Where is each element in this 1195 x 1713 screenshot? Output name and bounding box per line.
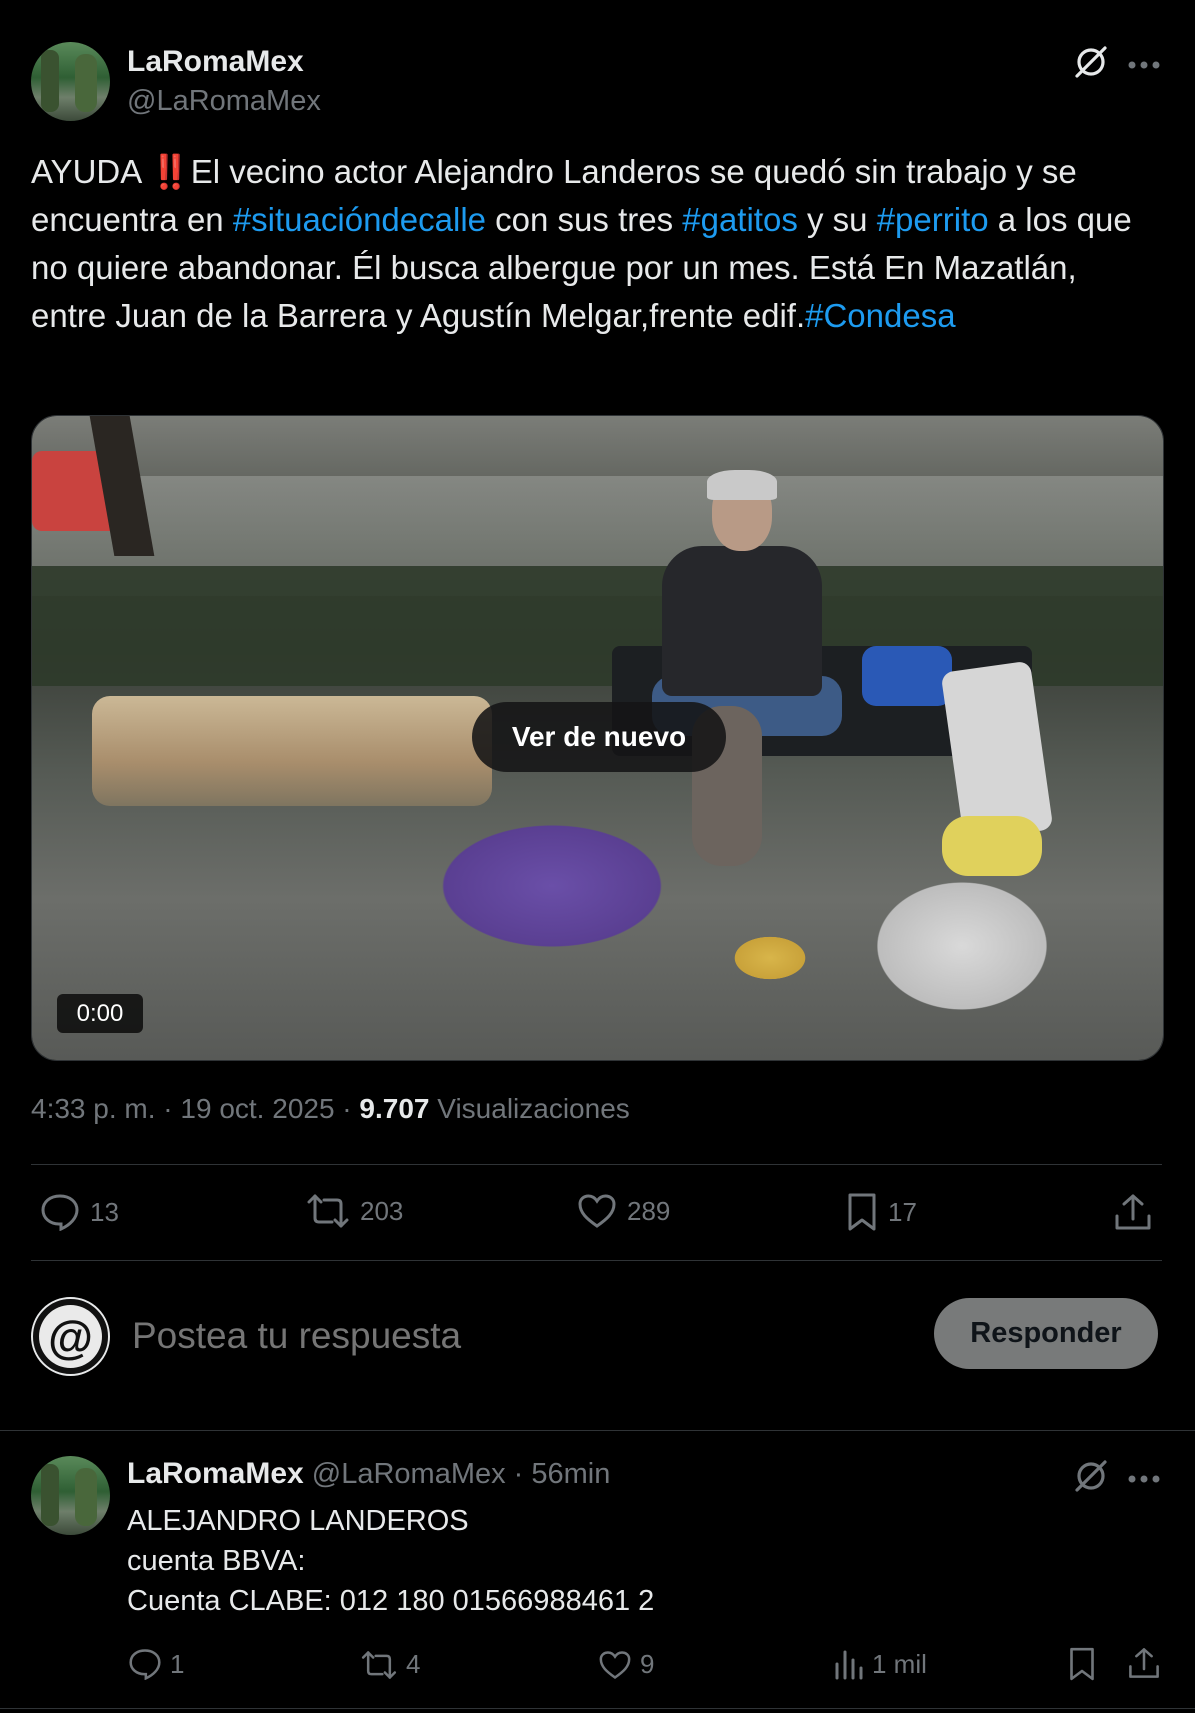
- reply-icon: [41, 1194, 79, 1231]
- author-avatar[interactable]: [31, 42, 110, 121]
- like-count: 289: [627, 1195, 671, 1226]
- video-bag: [942, 816, 1042, 876]
- divider: [0, 1430, 1195, 1431]
- bookmark-action[interactable]: [1068, 1646, 1096, 1682]
- divider: [31, 1260, 1162, 1261]
- grok-icon[interactable]: [1073, 1458, 1109, 1499]
- repost-icon: [361, 1650, 397, 1679]
- double-exclamation-emoji: ‼️: [149, 153, 191, 190]
- reply-header: LaRomaMex @LaRomaMex · 56min: [127, 1457, 610, 1491]
- post-text-part: y su: [797, 201, 877, 238]
- hashtag-link[interactable]: #situacióndecalle: [233, 201, 486, 238]
- divider: [31, 1164, 1162, 1165]
- share-icon: [1129, 1648, 1159, 1678]
- bookmark-icon: [848, 1193, 876, 1231]
- at-sign-icon: @: [39, 1305, 102, 1368]
- post-date[interactable]: 19 oct. 2025: [180, 1093, 334, 1124]
- views-count: 1 mil: [872, 1648, 927, 1679]
- reply-author-handle[interactable]: @LaRomaMex: [312, 1458, 506, 1490]
- reply-line: ALEJANDRO LANDEROS: [127, 1505, 469, 1537]
- hashtag-link[interactable]: #perrito: [877, 201, 989, 238]
- post-text-part: AYUDA: [31, 153, 150, 190]
- reply-count: 1: [170, 1648, 185, 1679]
- author-handle[interactable]: @LaRomaMex: [127, 85, 321, 118]
- reply-time[interactable]: · 56min: [506, 1458, 611, 1490]
- share-action[interactable]: [1113, 1192, 1153, 1232]
- bookmark-count: 17: [888, 1196, 917, 1227]
- divider: [0, 1708, 1195, 1709]
- video-blankets: [92, 696, 492, 806]
- repost-count: 4: [406, 1649, 421, 1679]
- hashtag-link[interactable]: #gatitos: [682, 201, 798, 238]
- reply-submit-button[interactable]: Responder: [934, 1298, 1158, 1369]
- author-name[interactable]: LaRomaMex: [127, 45, 304, 79]
- reply-input[interactable]: [130, 1307, 894, 1364]
- reply-author-name[interactable]: LaRomaMex: [127, 1457, 304, 1490]
- repost-action[interactable]: 4: [360, 1649, 420, 1680]
- reply-line: Cuenta CLABE: 012 180 01566988461 2: [127, 1585, 655, 1617]
- meta-separator: ·: [334, 1093, 360, 1124]
- bookmark-icon: [1070, 1647, 1094, 1681]
- like-action[interactable]: 289: [577, 1193, 670, 1229]
- share-action[interactable]: [1127, 1646, 1161, 1680]
- like-count: 9: [640, 1649, 655, 1679]
- replay-button[interactable]: Ver de nuevo: [472, 702, 726, 772]
- reply-text: ALEJANDRO LANDEROS cuenta BBVA: Cuenta C…: [127, 1501, 654, 1621]
- share-icon: [1115, 1194, 1151, 1230]
- reply-line: cuenta BBVA:: [127, 1545, 306, 1577]
- reply-icon: [129, 1649, 161, 1680]
- more-options-icon[interactable]: [1128, 57, 1160, 75]
- more-options-icon[interactable]: [1128, 1471, 1160, 1489]
- grok-icon[interactable]: [1073, 44, 1109, 85]
- post-text: AYUDA ‼️El vecino actor Alejandro Lander…: [31, 148, 1161, 340]
- meta-separator: ·: [155, 1093, 181, 1124]
- post-text-part: con sus tres: [486, 201, 683, 238]
- video-player[interactable]: Ver de nuevo 0:00: [31, 415, 1164, 1061]
- like-action[interactable]: 9: [598, 1649, 654, 1680]
- views-label: Visualizaciones: [429, 1093, 630, 1124]
- heart-icon: [599, 1650, 631, 1679]
- reply-action[interactable]: 1: [128, 1648, 184, 1680]
- hashtag-link[interactable]: #Condesa: [805, 297, 955, 334]
- repost-count: 203: [360, 1195, 404, 1226]
- analytics-icon: [835, 1650, 863, 1680]
- video-duration-badge: 0:00: [57, 994, 143, 1033]
- bookmark-action[interactable]: 17: [846, 1192, 917, 1232]
- repost-icon: [307, 1194, 349, 1228]
- video-bag: [862, 646, 952, 706]
- reply-action[interactable]: 13: [40, 1193, 119, 1231]
- views-action[interactable]: 1 mil: [834, 1648, 927, 1680]
- composer-avatar[interactable]: @: [31, 1297, 110, 1376]
- reply-author-avatar[interactable]: [31, 1456, 110, 1535]
- heart-icon: [578, 1194, 616, 1228]
- post-meta: 4:33 p. m. · 19 oct. 2025 · 9.707 Visual…: [31, 1093, 630, 1125]
- views-count: 9.707: [359, 1093, 430, 1124]
- post-time[interactable]: 4:33 p. m.: [31, 1093, 156, 1124]
- reply-count: 13: [90, 1196, 119, 1227]
- repost-action[interactable]: 203: [306, 1193, 403, 1229]
